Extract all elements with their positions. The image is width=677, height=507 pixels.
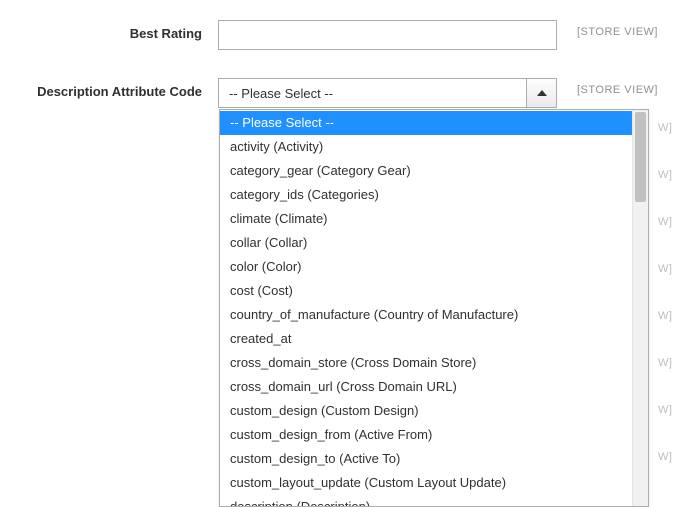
desc-attr-dropdown: -- Please Select --activity (Activity)ca… bbox=[219, 109, 649, 507]
dropdown-list[interactable]: -- Please Select --activity (Activity)ca… bbox=[220, 110, 632, 506]
dropdown-option[interactable]: cross_domain_url (Cross Domain URL) bbox=[220, 375, 632, 399]
dropdown-option[interactable]: color (Color) bbox=[220, 255, 632, 279]
dropdown-option[interactable]: custom_layout_update (Custom Layout Upda… bbox=[220, 471, 632, 495]
best-rating-scope: [STORE VIEW] bbox=[557, 20, 658, 38]
dropdown-option[interactable]: created_at bbox=[220, 327, 632, 351]
desc-attr-field-col: -- Please Select -- -- Please Select --a… bbox=[218, 78, 557, 108]
dropdown-option[interactable]: cost (Cost) bbox=[220, 279, 632, 303]
dropdown-option[interactable]: description (Description) bbox=[220, 495, 632, 506]
partial-scope-text: W] bbox=[658, 216, 672, 228]
partial-scope-text: W] bbox=[658, 169, 672, 181]
desc-attr-select-display: -- Please Select -- bbox=[219, 79, 526, 107]
dropdown-option[interactable]: collar (Collar) bbox=[220, 231, 632, 255]
dropdown-scrollbar[interactable] bbox=[632, 110, 648, 506]
scroll-thumb[interactable] bbox=[635, 112, 646, 202]
desc-attr-scope: [STORE VIEW] bbox=[557, 78, 658, 96]
ghost-scopes: W] W] W] W] W] W] W] W] bbox=[658, 122, 672, 463]
best-rating-row: Best Rating [STORE VIEW] bbox=[0, 16, 677, 54]
dropdown-option[interactable]: custom_design_from (Active From) bbox=[220, 423, 632, 447]
partial-scope-text: W] bbox=[658, 263, 672, 275]
dropdown-option[interactable]: category_ids (Categories) bbox=[220, 183, 632, 207]
desc-attr-select[interactable]: -- Please Select -- -- Please Select --a… bbox=[218, 78, 557, 108]
partial-scope-text: W] bbox=[658, 122, 672, 134]
best-rating-label: Best Rating bbox=[0, 20, 218, 41]
dropdown-option[interactable]: custom_design_to (Active To) bbox=[220, 447, 632, 471]
desc-attr-select-toggle[interactable] bbox=[526, 79, 556, 107]
dropdown-option[interactable]: category_gear (Category Gear) bbox=[220, 159, 632, 183]
partial-scope-text: W] bbox=[658, 404, 672, 416]
triangle-up-icon bbox=[537, 90, 547, 96]
desc-attr-label: Description Attribute Code bbox=[0, 78, 218, 99]
dropdown-option[interactable]: country_of_manufacture (Country of Manuf… bbox=[220, 303, 632, 327]
desc-attr-row: Description Attribute Code -- Please Sel… bbox=[0, 74, 677, 112]
partial-scope-text: W] bbox=[658, 451, 672, 463]
best-rating-field-col bbox=[218, 20, 557, 50]
best-rating-input[interactable] bbox=[218, 20, 557, 50]
partial-scope-text: W] bbox=[658, 310, 672, 322]
dropdown-option[interactable]: cross_domain_store (Cross Domain Store) bbox=[220, 351, 632, 375]
dropdown-option[interactable]: climate (Climate) bbox=[220, 207, 632, 231]
dropdown-option[interactable]: activity (Activity) bbox=[220, 135, 632, 159]
partial-scope-text: W] bbox=[658, 357, 672, 369]
dropdown-option[interactable]: custom_design (Custom Design) bbox=[220, 399, 632, 423]
dropdown-option[interactable]: -- Please Select -- bbox=[220, 111, 632, 135]
